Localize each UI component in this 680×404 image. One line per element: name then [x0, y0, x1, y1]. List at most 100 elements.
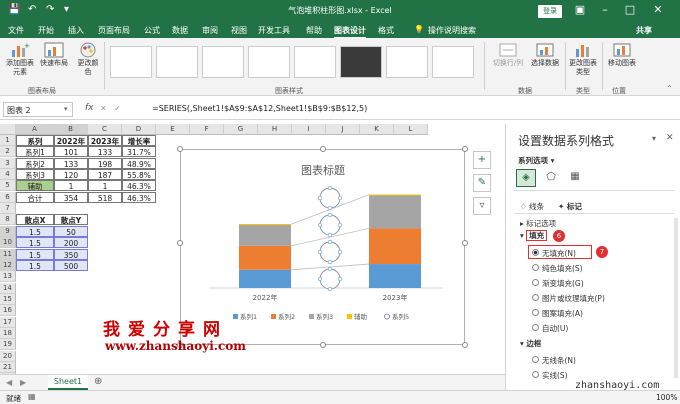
- row-header[interactable]: 21: [0, 362, 16, 373]
- table-cell[interactable]: 46.3%: [122, 180, 156, 192]
- prev-sheet-icon[interactable]: ◀: [6, 378, 12, 387]
- table-cell[interactable]: 31.7%: [122, 146, 156, 158]
- pane-close-icon[interactable]: ✕: [666, 133, 674, 143]
- search-tell-me[interactable]: 操作说明搜索: [428, 25, 476, 36]
- column-header[interactable]: C: [88, 124, 122, 135]
- selection-handle[interactable]: [327, 266, 333, 272]
- selection-handle[interactable]: [327, 185, 333, 191]
- legend-label[interactable]: 系列1: [240, 312, 257, 321]
- macro-record-icon[interactable]: ▦: [28, 392, 36, 401]
- row-header[interactable]: 9: [0, 225, 16, 237]
- table-cell[interactable]: 133: [88, 146, 122, 158]
- chart-style-8[interactable]: [432, 46, 474, 78]
- row-header[interactable]: 5: [0, 180, 16, 192]
- fx-icon[interactable]: fx: [85, 103, 94, 113]
- border-option-label[interactable]: 无线条(N): [542, 355, 576, 366]
- fill-radio[interactable]: [532, 324, 539, 331]
- bar-segment[interactable]: [239, 224, 291, 226]
- table-cell[interactable]: 55.8%: [122, 169, 156, 181]
- fill-radio[interactable]: [532, 309, 539, 316]
- row-header[interactable]: 11: [0, 248, 16, 260]
- fill-radio[interactable]: [532, 249, 539, 256]
- selection-handle[interactable]: [337, 222, 343, 228]
- tab-data[interactable]: 数据: [172, 25, 188, 36]
- row-header[interactable]: 12: [0, 259, 16, 271]
- fill-option-label[interactable]: 无填充(N): [542, 248, 576, 259]
- legend-label[interactable]: 系列3: [316, 312, 333, 321]
- table-cell[interactable]: 350: [54, 248, 88, 260]
- select-data-button[interactable]: 选择数据: [528, 42, 562, 68]
- table-header-cell[interactable]: 系列: [16, 135, 54, 146]
- move-chart-button[interactable]: 移动图表: [606, 42, 638, 68]
- row-header[interactable]: 13: [0, 271, 16, 283]
- row-header[interactable]: 2: [0, 146, 16, 158]
- selection-handle[interactable]: [337, 195, 343, 201]
- chart-styles-brush-button[interactable]: ✎: [473, 174, 491, 192]
- pane-options-icon[interactable]: ▾: [652, 134, 656, 143]
- row-header[interactable]: 15: [0, 293, 16, 305]
- column-header[interactable]: A: [16, 124, 54, 135]
- column-header[interactable]: L: [394, 124, 428, 135]
- selection-handle[interactable]: [317, 276, 323, 282]
- scatter-point[interactable]: [319, 214, 341, 236]
- chart-title[interactable]: 图表标题: [301, 163, 345, 177]
- table-cell[interactable]: 辅助: [16, 180, 54, 192]
- row-header[interactable]: 6: [0, 191, 16, 203]
- row-header[interactable]: 4: [0, 169, 16, 181]
- table-header-cell[interactable]: 2023年: [88, 135, 122, 146]
- chart-style-5[interactable]: [294, 46, 336, 78]
- chart-style-4[interactable]: [248, 46, 290, 78]
- fill-line-icon[interactable]: ◈: [516, 169, 536, 187]
- table-cell[interactable]: 1: [88, 180, 122, 192]
- tab-format[interactable]: 格式: [378, 25, 394, 36]
- table-cell[interactable]: 1.5: [16, 225, 54, 237]
- table-cell[interactable]: 1.5: [16, 248, 54, 260]
- chart-style-6[interactable]: [340, 46, 382, 78]
- tab-file[interactable]: 文件: [8, 25, 24, 36]
- resize-handle[interactable]: [320, 146, 326, 152]
- table-cell[interactable]: 500: [54, 259, 88, 271]
- fill-option-label[interactable]: 图案填充(A): [542, 308, 583, 319]
- scatter-point[interactable]: [319, 187, 341, 209]
- table-header-cell[interactable]: 散点Y: [54, 214, 88, 226]
- chart-style-2[interactable]: [156, 46, 198, 78]
- row-header[interactable]: 8: [0, 214, 16, 226]
- column-header[interactable]: F: [190, 124, 224, 135]
- fill-option-label[interactable]: 图片或纹理填充(P): [542, 293, 605, 304]
- close-icon[interactable]: ✕: [648, 3, 668, 16]
- bar-segment[interactable]: [369, 264, 421, 288]
- chart-elements-button[interactable]: +: [473, 151, 491, 169]
- selection-handle[interactable]: [327, 239, 333, 245]
- minimize-icon[interactable]: –: [595, 3, 615, 16]
- tab-review[interactable]: 审阅: [202, 25, 218, 36]
- row-header[interactable]: 14: [0, 282, 16, 294]
- row-header[interactable]: 20: [0, 350, 16, 362]
- table-header-cell[interactable]: 2022年: [54, 135, 88, 146]
- row-header[interactable]: 7: [0, 203, 16, 215]
- tab-home[interactable]: 开始: [38, 25, 54, 36]
- border-option-label[interactable]: 实线(S): [542, 370, 568, 381]
- column-header[interactable]: D: [122, 124, 156, 135]
- fill-option-label[interactable]: 自动(U): [542, 323, 568, 334]
- tab-marker[interactable]: ✦ 标记: [558, 201, 582, 212]
- scatter-point[interactable]: [319, 241, 341, 263]
- tab-insert[interactable]: 插入: [68, 25, 84, 36]
- table-cell[interactable]: 系列1: [16, 146, 54, 158]
- table-cell[interactable]: 1.5: [16, 259, 54, 271]
- table-cell[interactable]: 合计: [16, 191, 54, 203]
- confirm-formula-icon[interactable]: ✓: [114, 104, 121, 113]
- fill-section[interactable]: ▾ 填充: [520, 230, 548, 241]
- tab-view[interactable]: 视图: [231, 25, 247, 36]
- legend-label[interactable]: 辅助: [354, 312, 368, 321]
- bar-segment[interactable]: [369, 228, 421, 265]
- tab-formulas[interactable]: 公式: [144, 25, 160, 36]
- bar-segment[interactable]: [239, 269, 291, 288]
- legend-label[interactable]: 系列5: [392, 312, 409, 321]
- table-cell[interactable]: 198: [88, 157, 122, 169]
- table-cell[interactable]: 101: [54, 146, 88, 158]
- tab-help[interactable]: 帮助: [306, 25, 322, 36]
- row-header[interactable]: 16: [0, 305, 16, 317]
- switch-row-col-button[interactable]: 切换行/列: [490, 42, 526, 68]
- add-sheet-icon[interactable]: ⊕: [94, 376, 102, 387]
- table-cell[interactable]: 46.3%: [122, 191, 156, 203]
